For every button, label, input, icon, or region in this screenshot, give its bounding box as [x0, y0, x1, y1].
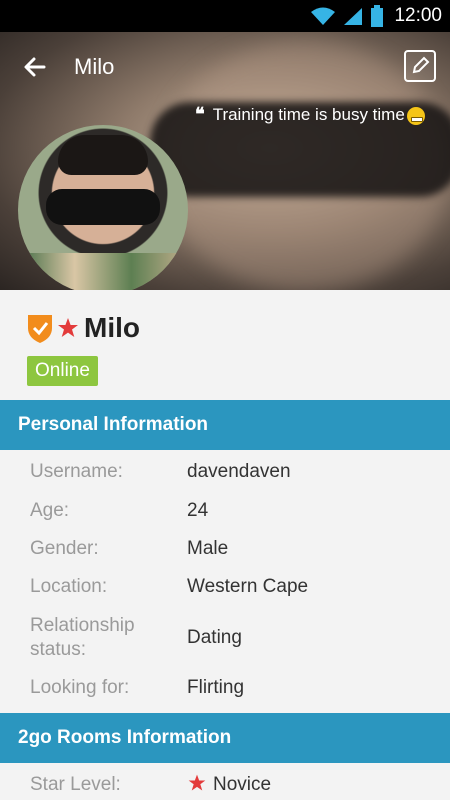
clock: 12:00 [394, 5, 442, 26]
section-header-personal: Personal Information [0, 400, 450, 450]
info-value: 24 [187, 500, 209, 521]
display-name: Milo [84, 312, 140, 343]
app-bar: Milo [0, 32, 450, 102]
info-value: davendaven [187, 461, 291, 482]
status-bar: 12:00 [0, 0, 450, 32]
info-label: Looking for: [30, 677, 130, 698]
info-label: Username: [30, 461, 123, 482]
star-level-value: Novice [213, 774, 272, 795]
avatar[interactable] [18, 125, 188, 295]
info-label: Gender: [30, 538, 99, 559]
status-quote: ❝ Training time is busy time [195, 100, 425, 129]
wifi-icon [311, 7, 336, 25]
info-value: Dating [187, 627, 242, 648]
status-text: Training time is busy time [212, 105, 405, 124]
info-label: Location: [30, 576, 108, 597]
section-header-rooms: 2go Rooms Information [0, 713, 450, 763]
profile-summary: Milo Online [0, 290, 450, 400]
edit-button[interactable] [404, 50, 436, 82]
info-label: Age: [30, 500, 70, 521]
info-label: Relationship status: [30, 615, 135, 660]
star-icon [188, 774, 206, 791]
info-label: Star Level: [30, 774, 121, 795]
info-value: Western Cape [187, 576, 309, 597]
back-arrow-icon[interactable] [20, 52, 50, 82]
page-title: Milo [74, 54, 115, 79]
info-value-wrap: Novice [187, 773, 271, 797]
battery-icon [371, 5, 384, 27]
info-value: Flirting [187, 677, 245, 698]
quote-icon: ❝ [195, 104, 205, 124]
grimace-emoji-icon [406, 106, 425, 125]
star-icon [58, 318, 78, 337]
status-badge: Online [27, 356, 98, 386]
verified-shield-icon [28, 315, 52, 343]
info-value: Male [187, 538, 229, 559]
signal-icon [344, 8, 363, 25]
edit-icon [412, 56, 430, 74]
